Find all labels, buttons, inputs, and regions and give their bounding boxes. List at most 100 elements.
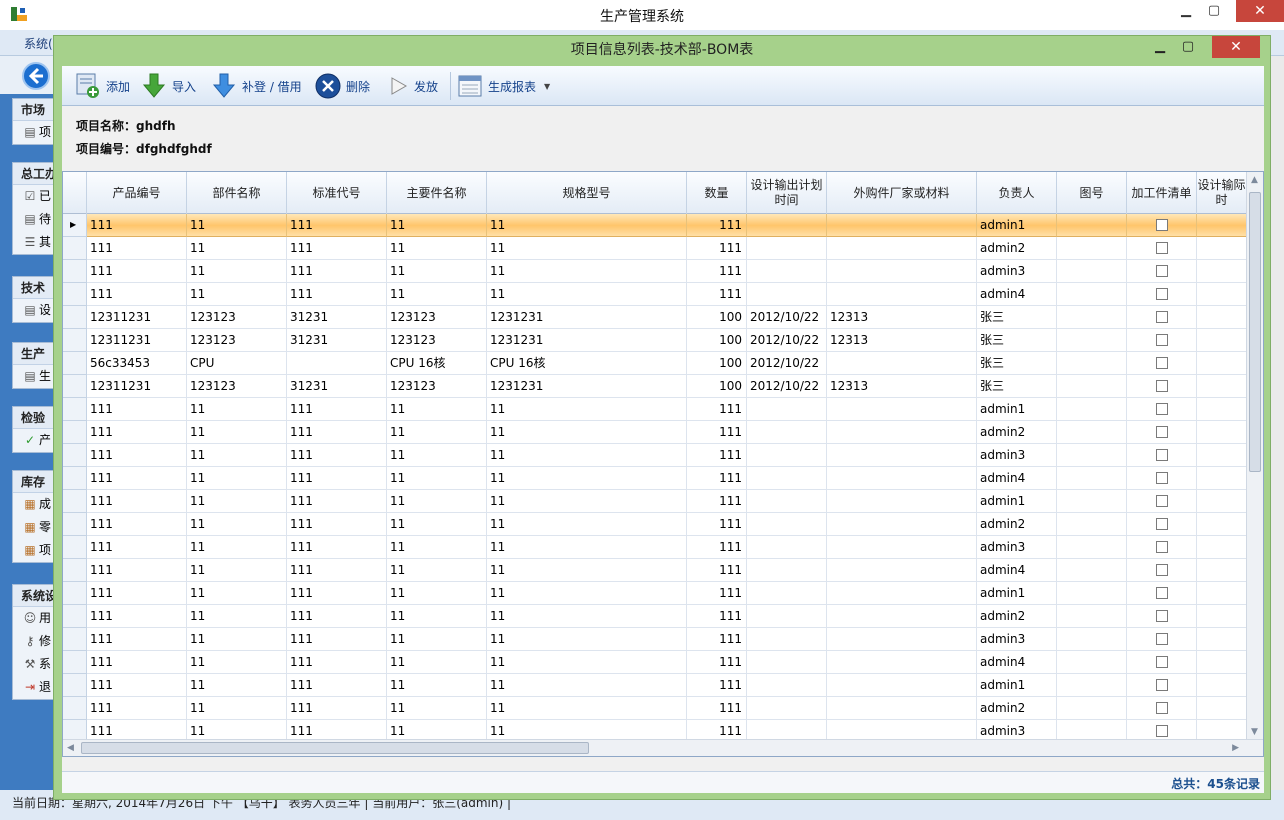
table-cell[interactable]: 111: [87, 421, 187, 444]
processing-list-checkbox[interactable]: [1155, 725, 1168, 737]
processing-list-checkbox[interactable]: [1155, 265, 1168, 277]
table-cell[interactable]: 11: [187, 237, 287, 260]
table-row[interactable]: 111 11 111 11 11 111 admin1: [63, 398, 1247, 421]
dropdown-arrow-icon[interactable]: ▼: [544, 82, 550, 91]
table-cell[interactable]: 11: [487, 582, 687, 605]
table-cell[interactable]: [747, 283, 827, 306]
table-cell[interactable]: [1057, 605, 1127, 628]
table-cell[interactable]: 111: [87, 283, 187, 306]
row-header[interactable]: [63, 283, 87, 306]
table-cell[interactable]: [1197, 329, 1247, 352]
row-header[interactable]: [63, 628, 87, 651]
column-header[interactable]: 图号: [1057, 172, 1127, 214]
table-cell[interactable]: 11: [187, 651, 287, 674]
supplement-borrow-button[interactable]: 补登 / 借用: [210, 71, 302, 101]
nav-item[interactable]: ▤ 设: [13, 299, 53, 322]
table-cell[interactable]: [747, 444, 827, 467]
generate-report-button[interactable]: 生成报表 ▼: [456, 71, 550, 101]
table-cell[interactable]: 100: [687, 375, 747, 398]
table-cell[interactable]: [827, 582, 977, 605]
table-cell[interactable]: 11: [187, 559, 287, 582]
row-header[interactable]: [63, 582, 87, 605]
table-cell[interactable]: 111: [87, 467, 187, 490]
table-cell[interactable]: 111: [87, 651, 187, 674]
table-cell[interactable]: 111: [87, 513, 187, 536]
table-cell[interactable]: 2012/10/22: [747, 375, 827, 398]
table-cell[interactable]: 123123: [187, 375, 287, 398]
table-cell[interactable]: 张三: [977, 375, 1057, 398]
row-header[interactable]: [63, 352, 87, 375]
table-cell[interactable]: 12311231: [87, 306, 187, 329]
table-cell[interactable]: 11: [487, 260, 687, 283]
horizontal-scrollbar[interactable]: ◀ ▶: [63, 739, 1263, 756]
table-cell[interactable]: [1057, 214, 1127, 237]
scroll-right-icon[interactable]: ▶: [1232, 743, 1239, 753]
processing-list-checkbox[interactable]: [1155, 541, 1168, 553]
table-cell[interactable]: [1197, 398, 1247, 421]
nav-item[interactable]: ☑ 已: [13, 185, 53, 208]
nav-item[interactable]: ▦ 成: [13, 493, 53, 516]
table-cell[interactable]: [827, 628, 977, 651]
table-row[interactable]: 111 11 111 11 11 111 admin3: [63, 536, 1247, 559]
table-cell[interactable]: admin1: [977, 214, 1057, 237]
table-cell[interactable]: [747, 260, 827, 283]
table-cell[interactable]: admin1: [977, 398, 1057, 421]
table-cell[interactable]: 11: [387, 651, 487, 674]
add-button[interactable]: 添加: [74, 71, 130, 101]
table-row[interactable]: 111 11 111 11 11 111 admin2: [63, 237, 1247, 260]
table-cell[interactable]: 12313: [827, 306, 977, 329]
row-header[interactable]: [63, 697, 87, 720]
table-cell[interactable]: 111: [87, 260, 187, 283]
table-cell[interactable]: [1057, 628, 1127, 651]
table-cell[interactable]: 111: [687, 444, 747, 467]
column-header[interactable]: 加工件清单: [1127, 172, 1197, 214]
row-header[interactable]: [63, 536, 87, 559]
table-cell[interactable]: 11: [387, 421, 487, 444]
row-header[interactable]: [63, 490, 87, 513]
table-cell[interactable]: [747, 536, 827, 559]
table-cell[interactable]: 11: [487, 605, 687, 628]
table-cell[interactable]: 111: [687, 283, 747, 306]
delete-button[interactable]: 删除: [314, 71, 370, 101]
table-row[interactable]: 111 11 111 11 11 111 admin2: [63, 697, 1247, 720]
table-cell[interactable]: 11: [187, 697, 287, 720]
table-cell[interactable]: 111: [687, 398, 747, 421]
table-cell[interactable]: admin2: [977, 697, 1057, 720]
table-cell[interactable]: 111: [287, 628, 387, 651]
table-cell[interactable]: 11: [387, 582, 487, 605]
table-cell[interactable]: 11: [387, 260, 487, 283]
row-header[interactable]: [63, 674, 87, 697]
table-cell[interactable]: [827, 214, 977, 237]
table-cell[interactable]: 111: [87, 214, 187, 237]
table-cell[interactable]: 31231: [287, 375, 387, 398]
table-cell[interactable]: 111: [87, 628, 187, 651]
row-header[interactable]: [63, 306, 87, 329]
table-cell[interactable]: 123123: [187, 329, 287, 352]
row-header[interactable]: [63, 375, 87, 398]
table-row[interactable]: 111 11 111 11 11 111 admin3: [63, 628, 1247, 651]
column-header[interactable]: 设计输出计划时间: [747, 172, 827, 214]
table-cell[interactable]: [747, 421, 827, 444]
table-cell[interactable]: [747, 605, 827, 628]
processing-list-checkbox[interactable]: [1155, 380, 1168, 392]
table-cell[interactable]: 11: [187, 605, 287, 628]
table-cell[interactable]: 11: [487, 513, 687, 536]
table-row[interactable]: 111 11 111 11 11 111 admin3: [63, 444, 1247, 467]
table-cell[interactable]: 111: [87, 237, 187, 260]
table-cell[interactable]: 11: [187, 260, 287, 283]
table-cell[interactable]: [747, 237, 827, 260]
table-row[interactable]: 111 11 111 11 11 111 admin2: [63, 421, 1247, 444]
table-cell[interactable]: 11: [187, 398, 287, 421]
table-cell[interactable]: 111: [687, 467, 747, 490]
row-header[interactable]: [63, 559, 87, 582]
table-cell[interactable]: 12313: [827, 329, 977, 352]
row-header[interactable]: [63, 329, 87, 352]
table-cell[interactable]: [1197, 490, 1247, 513]
processing-list-checkbox[interactable]: [1155, 702, 1168, 714]
maximize-button[interactable]: ▢: [1200, 0, 1228, 22]
table-cell[interactable]: 31231: [287, 329, 387, 352]
close-button[interactable]: ✕: [1236, 0, 1284, 22]
table-cell[interactable]: admin2: [977, 421, 1057, 444]
table-row[interactable]: 111 11 111 11 11 111 admin2: [63, 513, 1247, 536]
table-cell[interactable]: [827, 421, 977, 444]
